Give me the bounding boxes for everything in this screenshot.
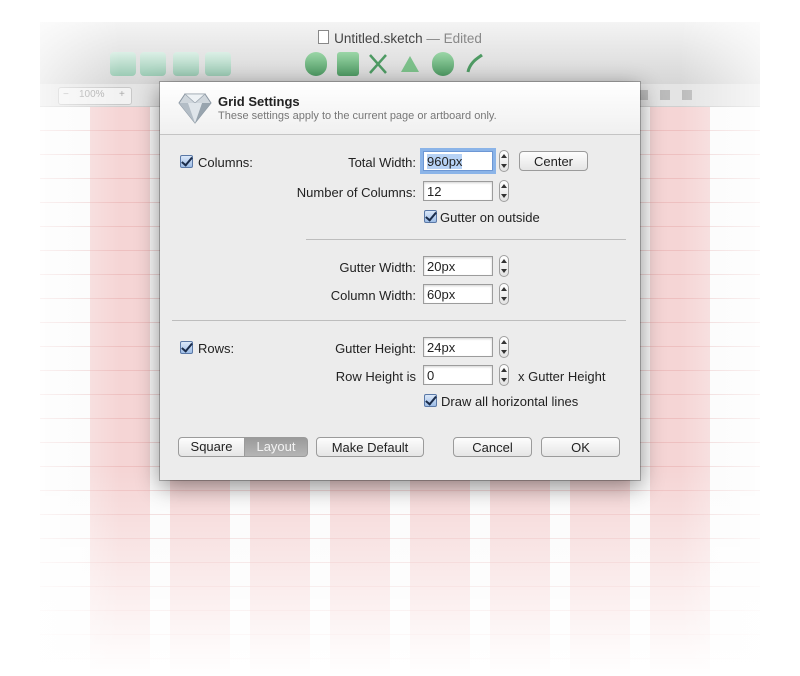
zoom-in-button[interactable]: + xyxy=(119,89,125,100)
gutter-width-label: Gutter Width: xyxy=(339,260,416,275)
rows-checkbox[interactable] xyxy=(180,341,193,354)
align-tools[interactable] xyxy=(636,88,706,102)
row-height-label: Row Height is xyxy=(335,369,416,384)
layout-button[interactable]: Layout xyxy=(245,437,308,457)
row-height-suffix: x Gutter Height xyxy=(518,369,606,384)
union-icon[interactable] xyxy=(110,52,136,76)
zoom-out-button[interactable]: − xyxy=(63,89,69,100)
number-of-columns-stepper[interactable] xyxy=(499,180,509,202)
difference-icon[interactable] xyxy=(205,52,231,76)
zoom-control[interactable]: − 100% + xyxy=(58,87,132,105)
ok-button[interactable]: OK xyxy=(541,437,620,457)
total-width-label: Total Width: xyxy=(348,155,416,170)
section-divider xyxy=(172,320,626,321)
gutter-outside-label: Gutter on outside xyxy=(440,210,540,225)
draw-lines-checkbox[interactable] xyxy=(424,394,437,407)
center-button[interactable]: Center xyxy=(519,151,588,171)
row-height-input[interactable]: 0 xyxy=(423,365,493,385)
grid-column xyxy=(90,107,150,676)
mask-icon[interactable] xyxy=(432,52,454,76)
edited-label: — Edited xyxy=(426,31,482,46)
transform-icon[interactable] xyxy=(337,52,359,76)
rows-label: Rows: xyxy=(198,341,235,356)
make-default-button[interactable]: Make Default xyxy=(316,437,424,457)
document-icon xyxy=(318,30,330,44)
column-width-label: Column Width: xyxy=(330,288,416,303)
sketch-diamond-icon xyxy=(178,92,212,129)
dialog-subtitle: These settings apply to the current page… xyxy=(218,110,497,122)
window-filename: Untitled.sketch xyxy=(334,31,423,46)
subtract-icon[interactable] xyxy=(140,52,166,76)
dialog-title: Grid Settings xyxy=(218,94,300,109)
grid-settings-dialog: Grid Settings These settings apply to th… xyxy=(160,82,640,480)
total-width-stepper[interactable] xyxy=(499,150,509,172)
gutter-height-stepper[interactable] xyxy=(499,336,509,358)
grid-column xyxy=(650,107,710,676)
columns-checkbox[interactable] xyxy=(180,155,193,168)
gutter-width-stepper[interactable] xyxy=(499,255,509,277)
draw-lines-label: Draw all horizontal lines xyxy=(441,394,579,409)
intersect-icon[interactable] xyxy=(173,52,199,76)
row-height-stepper[interactable] xyxy=(499,364,509,386)
window-title: Untitled.sketch — Edited xyxy=(40,30,760,46)
divider xyxy=(306,239,626,240)
scissors-icon[interactable] xyxy=(367,52,389,76)
vector-pen-icon[interactable] xyxy=(464,52,486,76)
cancel-button[interactable]: Cancel xyxy=(453,437,532,457)
gutter-width-input[interactable]: 20px xyxy=(423,256,493,276)
zoom-value: 100% xyxy=(79,89,105,100)
column-width-input[interactable]: 60px xyxy=(423,284,493,304)
number-of-columns-input[interactable]: 12 xyxy=(423,181,493,201)
flatten-icon[interactable] xyxy=(399,52,421,76)
square-button[interactable]: Square xyxy=(178,437,245,457)
title-bar: Untitled.sketch — Edited xyxy=(40,22,760,84)
column-width-stepper[interactable] xyxy=(499,283,509,305)
edit-icon[interactable] xyxy=(305,52,327,76)
gutter-outside-checkbox[interactable] xyxy=(424,210,437,223)
gutter-height-input[interactable]: 24px xyxy=(423,337,493,357)
total-width-input[interactable]: 960px xyxy=(423,151,493,171)
number-of-columns-label: Number of Columns: xyxy=(296,185,416,200)
dialog-header: Grid Settings These settings apply to th… xyxy=(160,82,640,135)
gutter-height-label: Gutter Height: xyxy=(335,341,416,356)
